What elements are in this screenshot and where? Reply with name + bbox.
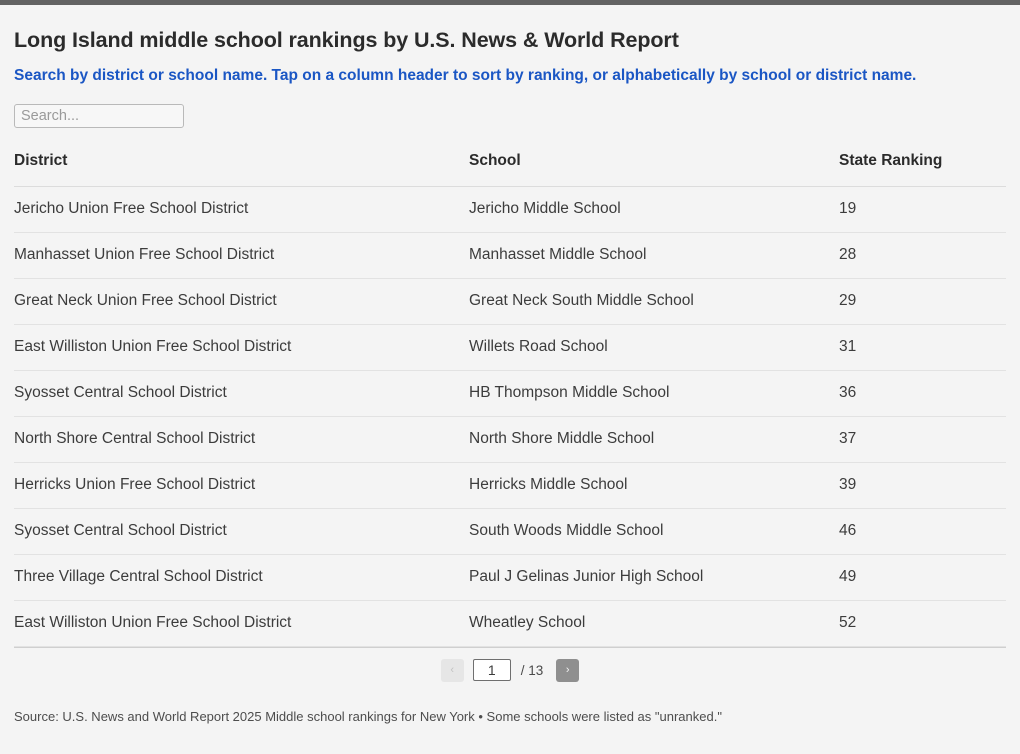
cell-rank: 52 xyxy=(839,600,1006,647)
cell-district: Jericho Union Free School District xyxy=(14,186,469,233)
cell-rank: 37 xyxy=(839,416,1006,463)
table-row: Syosset Central School District South Wo… xyxy=(14,508,1006,555)
cell-school: South Woods Middle School xyxy=(469,508,839,555)
column-header-state-ranking[interactable]: State Ranking xyxy=(839,151,1006,187)
cell-district: Manhasset Union Free School District xyxy=(14,232,469,279)
cell-school: Manhasset Middle School xyxy=(469,232,839,279)
cell-rank: 19 xyxy=(839,186,1006,233)
source-note: Source: U.S. News and World Report 2025 … xyxy=(14,708,722,724)
table-header: District School State Ranking xyxy=(14,151,1006,187)
cell-school: Paul J Gelinas Junior High School xyxy=(469,554,839,601)
cell-school: Wheatley School xyxy=(469,600,839,647)
cell-rank: 46 xyxy=(839,508,1006,555)
cell-school: Willets Road School xyxy=(469,324,839,371)
table-row: Jericho Union Free School District Jeric… xyxy=(14,186,1006,233)
page-number-input[interactable] xyxy=(472,659,511,682)
table-row: East Williston Union Free School Distric… xyxy=(14,600,1006,647)
rankings-table: District School State Ranking Jericho Un… xyxy=(14,151,1006,647)
cell-rank: 29 xyxy=(839,278,1006,325)
cell-district: Syosset Central School District xyxy=(14,370,469,417)
rankings-table-container: District School State Ranking Jericho Un… xyxy=(14,151,1006,647)
table-body: Jericho Union Free School District Jeric… xyxy=(14,186,1006,647)
previous-page-button[interactable]: ‹ xyxy=(440,658,464,682)
table-row: Great Neck Union Free School District Gr… xyxy=(14,278,1006,325)
cell-school: Herricks Middle School xyxy=(469,462,839,509)
table-row: Herricks Union Free School District Herr… xyxy=(14,462,1006,509)
page-subtitle: Search by district or school name. Tap o… xyxy=(14,66,917,84)
cell-rank: 36 xyxy=(839,370,1006,417)
pagination: ‹ / 13 › xyxy=(14,646,1006,682)
search-input[interactable] xyxy=(14,103,184,128)
cell-district: East Williston Union Free School Distric… xyxy=(14,324,469,371)
table-row: East Williston Union Free School Distric… xyxy=(14,324,1006,371)
cell-district: North Shore Central School District xyxy=(14,416,469,463)
next-page-button[interactable]: › xyxy=(556,658,580,682)
cell-rank: 49 xyxy=(839,554,1006,601)
top-accent-bar xyxy=(0,0,1020,5)
table-row: Manhasset Union Free School District Man… xyxy=(14,232,1006,279)
table-row: Three Village Central School District Pa… xyxy=(14,554,1006,601)
cell-rank: 31 xyxy=(839,324,1006,371)
cell-district: Great Neck Union Free School District xyxy=(14,278,469,325)
cell-district: Syosset Central School District xyxy=(14,508,469,555)
cell-district: East Williston Union Free School Distric… xyxy=(14,600,469,647)
cell-school: Great Neck South Middle School xyxy=(469,278,839,325)
total-pages-label: / 13 xyxy=(520,662,544,678)
table-header-row: District School State Ranking xyxy=(14,151,1006,187)
cell-school: North Shore Middle School xyxy=(469,416,839,463)
table-row: North Shore Central School District Nort… xyxy=(14,416,1006,463)
column-header-district[interactable]: District xyxy=(14,151,469,187)
table-row: Syosset Central School District HB Thomp… xyxy=(14,370,1006,417)
cell-district: Herricks Union Free School District xyxy=(14,462,469,509)
column-header-school[interactable]: School xyxy=(469,151,839,187)
search-container xyxy=(14,103,1006,128)
cell-rank: 39 xyxy=(839,462,1006,509)
cell-rank: 28 xyxy=(839,232,1006,279)
cell-district: Three Village Central School District xyxy=(14,554,469,601)
cell-school: HB Thompson Middle School xyxy=(469,370,839,417)
page-title: Long Island middle school rankings by U.… xyxy=(14,28,679,52)
page-container: Long Island middle school rankings by U.… xyxy=(0,28,1020,726)
cell-school: Jericho Middle School xyxy=(469,186,839,233)
